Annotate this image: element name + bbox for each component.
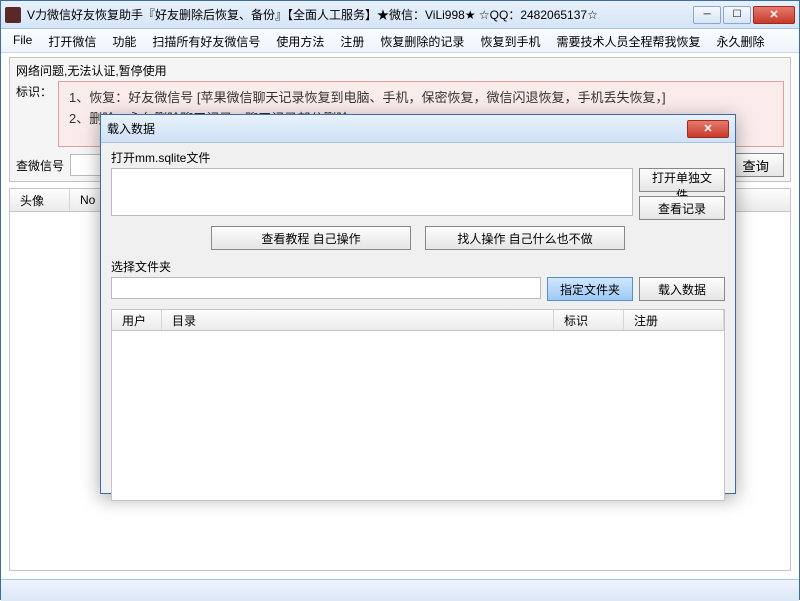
col-avatar[interactable]: 头像: [10, 189, 70, 211]
folder-path-input[interactable]: [111, 277, 541, 299]
minimize-icon: ─: [703, 9, 710, 20]
col-register[interactable]: 注册: [624, 310, 724, 330]
maximize-icon: ☐: [733, 9, 742, 20]
file-path-textarea[interactable]: [111, 168, 633, 216]
info-line-1: 1、恢复：好友微信号 [苹果微信聊天记录恢复到电脑、手机，保密恢复，微信闪退恢复…: [69, 88, 773, 109]
status-text: 网络问题,无法认证,暂停使用: [16, 62, 784, 79]
menu-perm-delete[interactable]: 永久删除: [708, 29, 772, 52]
menu-usage[interactable]: 使用方法: [268, 29, 332, 52]
dialog-list-body[interactable]: [111, 331, 725, 501]
dialog-titlebar: 载入数据 ✕: [101, 115, 735, 143]
menu-function[interactable]: 功能: [104, 29, 144, 52]
menu-recover-to-phone[interactable]: 恢复到手机: [472, 29, 548, 52]
find-person-button[interactable]: 找人操作 自己什么也不做: [425, 226, 625, 250]
file-row: 打开单独文件 查看记录: [111, 168, 725, 220]
maximize-button[interactable]: ☐: [723, 6, 751, 24]
action-row: 查看教程 自己操作 找人操作 自己什么也不做: [111, 226, 725, 250]
tutorial-button[interactable]: 查看教程 自己操作: [211, 226, 411, 250]
col-dir[interactable]: 目录: [162, 310, 554, 330]
minimize-button[interactable]: ─: [693, 6, 721, 24]
col-marker[interactable]: 标识: [554, 310, 624, 330]
close-icon: ✕: [769, 8, 778, 21]
close-button[interactable]: ✕: [753, 6, 795, 24]
app-icon: [5, 7, 21, 23]
dialog-close-button[interactable]: ✕: [687, 120, 729, 138]
folder-row: 指定文件夹 载入数据: [111, 277, 725, 301]
close-icon: ✕: [703, 122, 712, 135]
load-data-dialog: 载入数据 ✕ 打开mm.sqlite文件 打开单独文件 查看记录 查看教程 自己…: [100, 114, 736, 494]
search-label: 查微信号: [16, 157, 64, 174]
select-folder-label: 选择文件夹: [111, 258, 725, 275]
menu-need-tech[interactable]: 需要技术人员全程帮我恢复: [548, 29, 708, 52]
load-data-button[interactable]: 载入数据: [639, 277, 725, 301]
open-single-file-button[interactable]: 打开单独文件: [639, 168, 725, 192]
menu-scan-all[interactable]: 扫描所有好友微信号: [144, 29, 268, 52]
view-records-button[interactable]: 查看记录: [639, 196, 725, 220]
marker-label: 标识：: [16, 81, 52, 100]
dialog-title: 载入数据: [107, 120, 687, 137]
specify-folder-button[interactable]: 指定文件夹: [547, 277, 633, 301]
menubar: File 打开微信 功能 扫描所有好友微信号 使用方法 注册 恢复删除的记录 恢…: [1, 29, 799, 53]
menu-register[interactable]: 注册: [332, 29, 372, 52]
menu-open-wechat[interactable]: 打开微信: [40, 29, 104, 52]
col-user[interactable]: 用户: [112, 310, 162, 330]
menu-file[interactable]: File: [5, 29, 40, 52]
open-file-label: 打开mm.sqlite文件: [111, 149, 725, 166]
file-side-buttons: 打开单独文件 查看记录: [639, 168, 725, 220]
dialog-body: 打开mm.sqlite文件 打开单独文件 查看记录 查看教程 自己操作 找人操作…: [101, 143, 735, 511]
statusbar: [1, 579, 799, 601]
window-title: V力微信好友恢复助手『好友删除后恢复、备份』【全面人工服务】★微信：ViLi99…: [27, 6, 693, 23]
dialog-list-header: 用户 目录 标识 注册: [111, 309, 725, 331]
window-controls: ─ ☐ ✕: [693, 6, 795, 24]
titlebar: V力微信好友恢复助手『好友删除后恢复、备份』【全面人工服务】★微信：ViLi99…: [1, 1, 799, 29]
menu-recover-deleted[interactable]: 恢复删除的记录: [372, 29, 472, 52]
